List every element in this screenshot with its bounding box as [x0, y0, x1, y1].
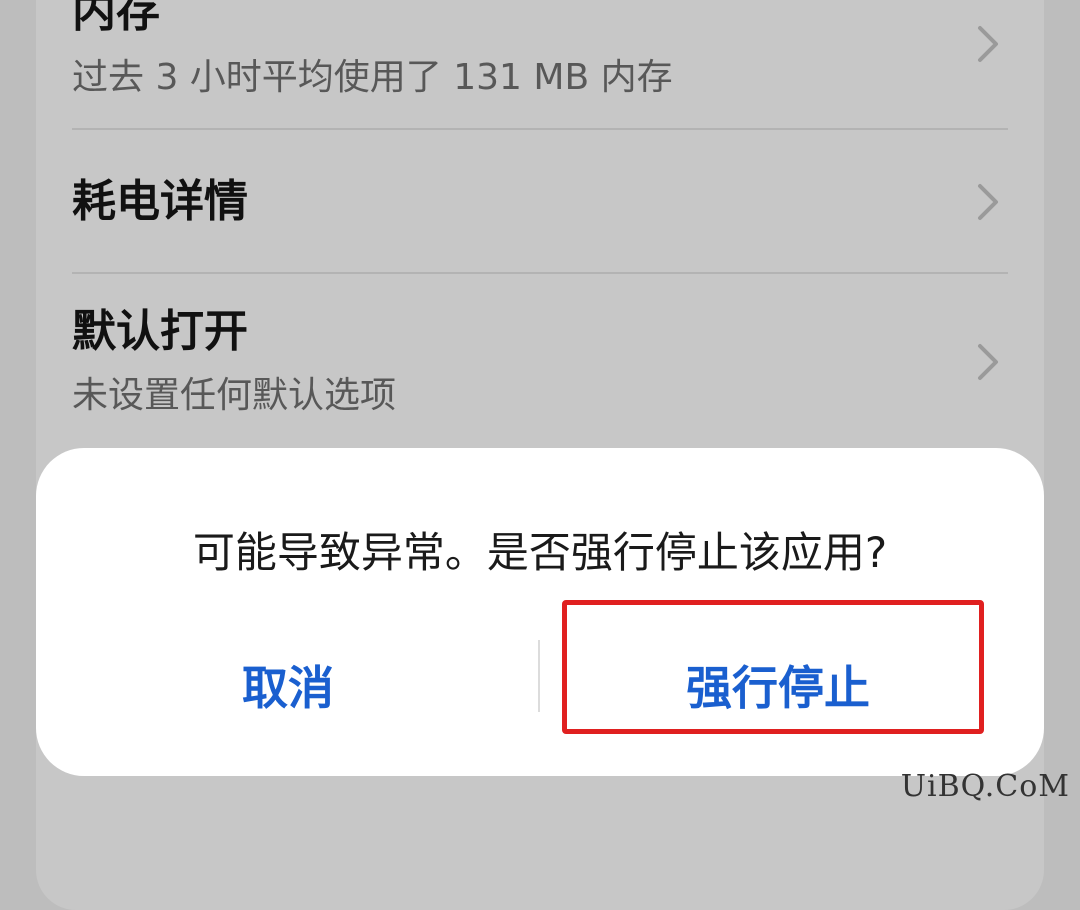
memory-subtitle: 过去 3 小时平均使用了 131 MB 内存 [72, 57, 673, 98]
settings-row-battery[interactable]: 耗电详情 [72, 130, 1008, 274]
chevron-right-icon [978, 344, 998, 380]
settings-row-default-open[interactable]: 默认打开 未设置任何默认选项 [72, 274, 1008, 434]
force-stop-dialog: 可能导致异常。是否强行停止该应用? 取消 强行停止 [36, 448, 1044, 776]
dialog-message: 可能导致异常。是否强行停止该应用? [192, 528, 888, 577]
force-stop-button[interactable]: 强行停止 [540, 640, 1016, 730]
battery-title: 耗电详情 [72, 176, 248, 227]
settings-row-memory[interactable]: 内存 过去 3 小时平均使用了 131 MB 内存 [72, 0, 1008, 120]
chevron-right-icon [978, 184, 998, 220]
default-open-title: 默认打开 [72, 306, 248, 357]
watermark: UiBQ.CoM [900, 769, 1070, 804]
memory-title: 内存 [72, 0, 160, 37]
cancel-button[interactable]: 取消 [36, 640, 540, 730]
chevron-right-icon [978, 26, 998, 62]
default-open-subtitle: 未设置任何默认选项 [72, 375, 397, 416]
